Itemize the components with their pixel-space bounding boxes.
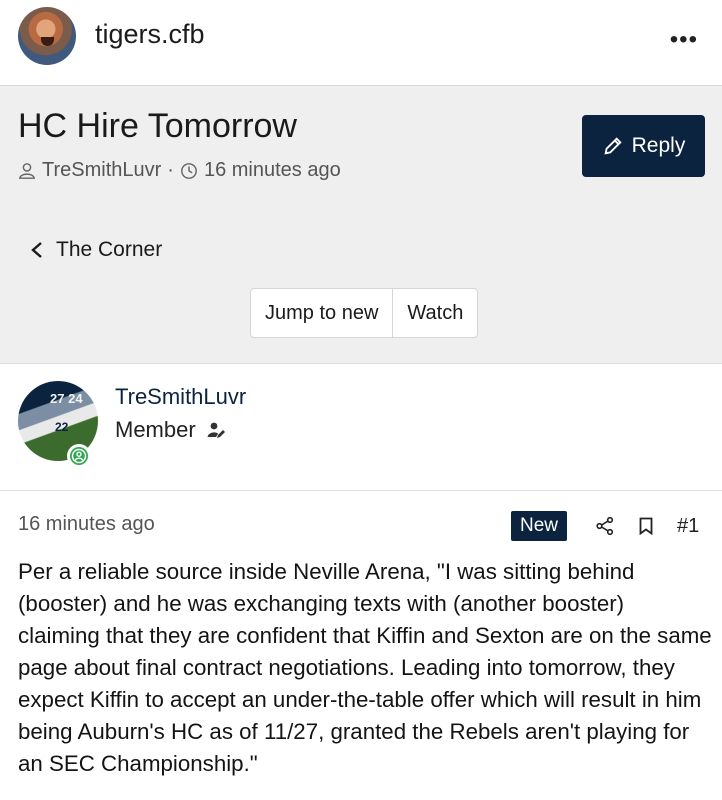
meta-separator: · — [167, 159, 174, 181]
reply-button[interactable]: Reply — [582, 115, 705, 177]
pencil-icon — [604, 137, 622, 155]
post-body: Per a reliable source inside Neville Are… — [18, 559, 712, 776]
site-avatar[interactable] — [18, 7, 76, 65]
online-status-icon — [67, 444, 91, 468]
thread-time[interactable]: 16 minutes ago — [204, 159, 341, 182]
chevron-left-icon — [31, 242, 42, 258]
post-author-name[interactable]: TreSmithLuvr — [115, 384, 246, 410]
bookmark-icon[interactable] — [639, 517, 653, 535]
breadcrumb-label: The Corner — [56, 238, 163, 261]
post-author-block: 27 24 22 TreSmithLuvr Member — [0, 364, 722, 491]
site-handle[interactable]: tigers.cfb — [95, 19, 205, 50]
thread-author-link[interactable]: TreSmithLuvr — [42, 159, 161, 182]
jump-to-new-button[interactable]: Jump to new — [251, 289, 392, 337]
post-actions: New #1 — [511, 511, 699, 541]
reply-label: Reply — [631, 134, 686, 157]
thread-header: HC Hire Tomorrow TreSmithLuvr · 16 minut… — [0, 86, 722, 364]
post-author-role: Member — [115, 417, 226, 443]
jersey-number: 22 — [55, 420, 69, 434]
share-icon[interactable] — [595, 516, 615, 536]
user-edit-icon — [207, 422, 225, 438]
top-bar: tigers.cfb ••• — [0, 0, 722, 86]
role-label: Member — [115, 417, 196, 442]
more-horizontal-icon[interactable]: ••• — [670, 26, 698, 54]
user-icon — [18, 162, 36, 179]
post-number-link[interactable]: #1 — [677, 515, 699, 538]
thread-meta: TreSmithLuvr · 16 minutes ago — [18, 159, 341, 182]
post-time[interactable]: 16 minutes ago — [18, 513, 155, 536]
clock-icon — [181, 162, 197, 179]
breadcrumb[interactable]: The Corner — [30, 238, 162, 262]
watch-button[interactable]: Watch — [392, 289, 477, 337]
jersey-number: 27 24 — [50, 391, 83, 406]
post: 16 minutes ago New #1 Per a reliable sou… — [0, 491, 722, 800]
new-badge: New — [511, 511, 567, 541]
thread-action-group: Jump to new Watch — [250, 288, 479, 338]
thread-title: HC Hire Tomorrow — [18, 107, 297, 145]
